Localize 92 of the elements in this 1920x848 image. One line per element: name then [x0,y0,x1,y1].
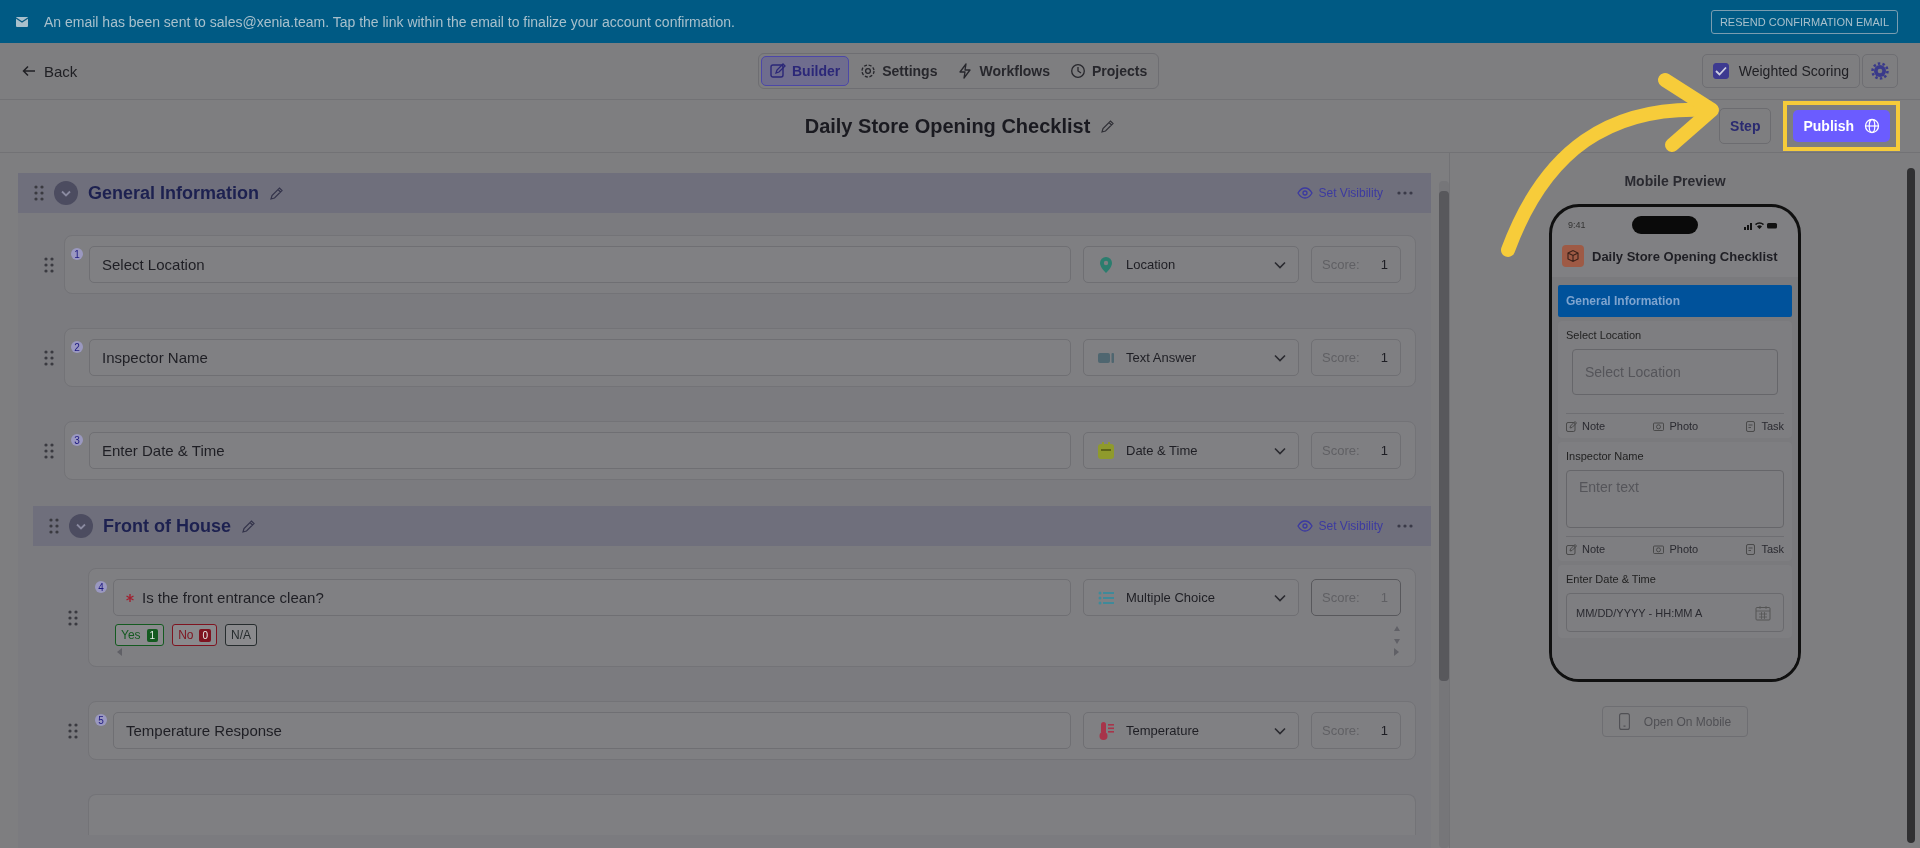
preview-action[interactable]: Photo [1653,543,1699,555]
chevron-down-icon [1274,593,1286,602]
calendar-icon [1096,440,1116,461]
preview-action[interactable]: Task [1746,420,1784,432]
question-number: 2 [71,341,83,353]
step-button[interactable]: Step [1719,108,1772,144]
question-type-dropdown[interactable]: Multiple Choice [1083,579,1299,616]
mail-icon [16,16,28,27]
tab[interactable]: Settings [851,56,947,86]
settings-button[interactable] [1862,54,1898,88]
camera-icon [1653,544,1665,554]
scrollbar[interactable] [1907,168,1915,843]
answer-option[interactable]: Yes 1 [115,624,165,646]
pencil-icon[interactable] [1100,118,1116,134]
pencil-icon[interactable] [269,185,285,201]
collapse-icon[interactable] [69,514,93,538]
question-number: 1 [71,248,83,260]
back-arrow-icon [22,65,36,77]
banner-message: An email has been sent to sales@xenia.team. Tap the link within the email to finalize your account confirmation. [44,13,736,30]
section-title: General Information [88,182,260,204]
scroll-right-icon[interactable] [1393,648,1399,656]
camera-notch [1631,216,1698,234]
tab[interactable]: Builder [761,56,850,86]
answer-option[interactable]: N/A [225,624,258,646]
question-field[interactable]: Is the front entrance clean? [113,579,1071,616]
edit-icon [770,63,786,79]
form-title: Daily Store Opening Checklist [1592,248,1778,264]
scrollbar[interactable] [1439,181,1449,848]
status-time: 9:41 [1568,220,1586,230]
field-label: Select Location [1566,329,1643,341]
question-type-dropdown[interactable]: Location [1083,246,1299,283]
drag-handle-icon[interactable] [44,349,54,366]
drag-handle-icon[interactable] [68,722,78,739]
scroll-left-icon[interactable] [117,648,123,656]
task-icon [1746,543,1757,555]
drag-handle-icon[interactable] [44,442,54,459]
note-icon [1566,420,1577,432]
section-banner: General Information [1558,285,1792,317]
preview-action[interactable]: Photo [1653,420,1699,432]
field-label: Enter Date & Time [1566,573,1657,585]
gear-icon [1871,62,1889,80]
question-number: 4 [95,581,107,593]
drag-handle-icon[interactable] [44,256,54,273]
preview-title: Mobile Preview [1624,173,1726,189]
collapse-icon[interactable] [54,181,78,205]
tab[interactable]: Workflows [948,56,1059,86]
weighted-scoring-toggle[interactable]: Weighted Scoring [1701,54,1860,88]
checklist-title: Daily Store Opening Checklist [804,114,1091,138]
status-icons-icon [1744,220,1778,230]
pencil-icon[interactable] [241,518,256,534]
eye-icon [1296,520,1313,532]
chevron-down-icon [1274,446,1286,455]
chevron-down-icon [1274,726,1286,735]
back-button[interactable]: Back [22,62,78,80]
question-field[interactable]: Select Location [89,246,1071,283]
question-field[interactable]: Temperature Response [113,712,1071,749]
question-number: 3 [71,434,83,446]
chevron-down-icon [1274,353,1286,362]
globe-icon [1864,118,1880,134]
calendar-icon [1755,604,1771,621]
more-icon[interactable] [1397,191,1413,195]
question-field[interactable]: Inspector Name [89,339,1071,376]
task-icon [1746,420,1757,432]
field-label: Inspector Name [1566,450,1645,462]
question-type-dropdown[interactable]: Temperature [1083,712,1299,749]
note-icon [1566,543,1577,555]
chevron-down-icon [1274,260,1286,269]
answer-option[interactable]: No 0 [172,624,218,646]
question-type-dropdown[interactable]: Date & Time [1083,432,1299,469]
preview-action[interactable]: Note [1566,543,1606,555]
checkbox[interactable] [1712,63,1729,79]
scroll-arrows-icon[interactable] [1393,625,1401,645]
preview-action[interactable]: Task [1746,543,1784,555]
eye-icon [1296,187,1313,199]
drag-handle-icon[interactable] [34,185,44,201]
clock-icon [1070,63,1086,79]
question-type-dropdown[interactable]: Text Answer [1083,339,1299,376]
more-icon[interactable] [1397,524,1413,528]
drag-handle-icon[interactable] [68,609,78,626]
section-title: Front of House [103,515,231,537]
preview-action[interactable]: Note [1566,420,1606,432]
settings-icon [860,63,877,79]
phone-icon [1618,713,1630,730]
date-time-field[interactable]: MM/DD/YYYY - HH:MM A [1566,593,1784,632]
question-field[interactable]: Enter Date & Time [89,432,1071,469]
tab[interactable]: Projects [1061,56,1157,86]
box-icon [1562,245,1584,267]
publish-button[interactable]: Publish [1793,110,1890,142]
resend-email-button[interactable]: RESEND CONFIRMATION EMAIL [1710,9,1898,34]
camera-icon [1653,421,1665,431]
question-number: 5 [95,714,107,726]
drag-handle-icon[interactable] [49,518,59,534]
